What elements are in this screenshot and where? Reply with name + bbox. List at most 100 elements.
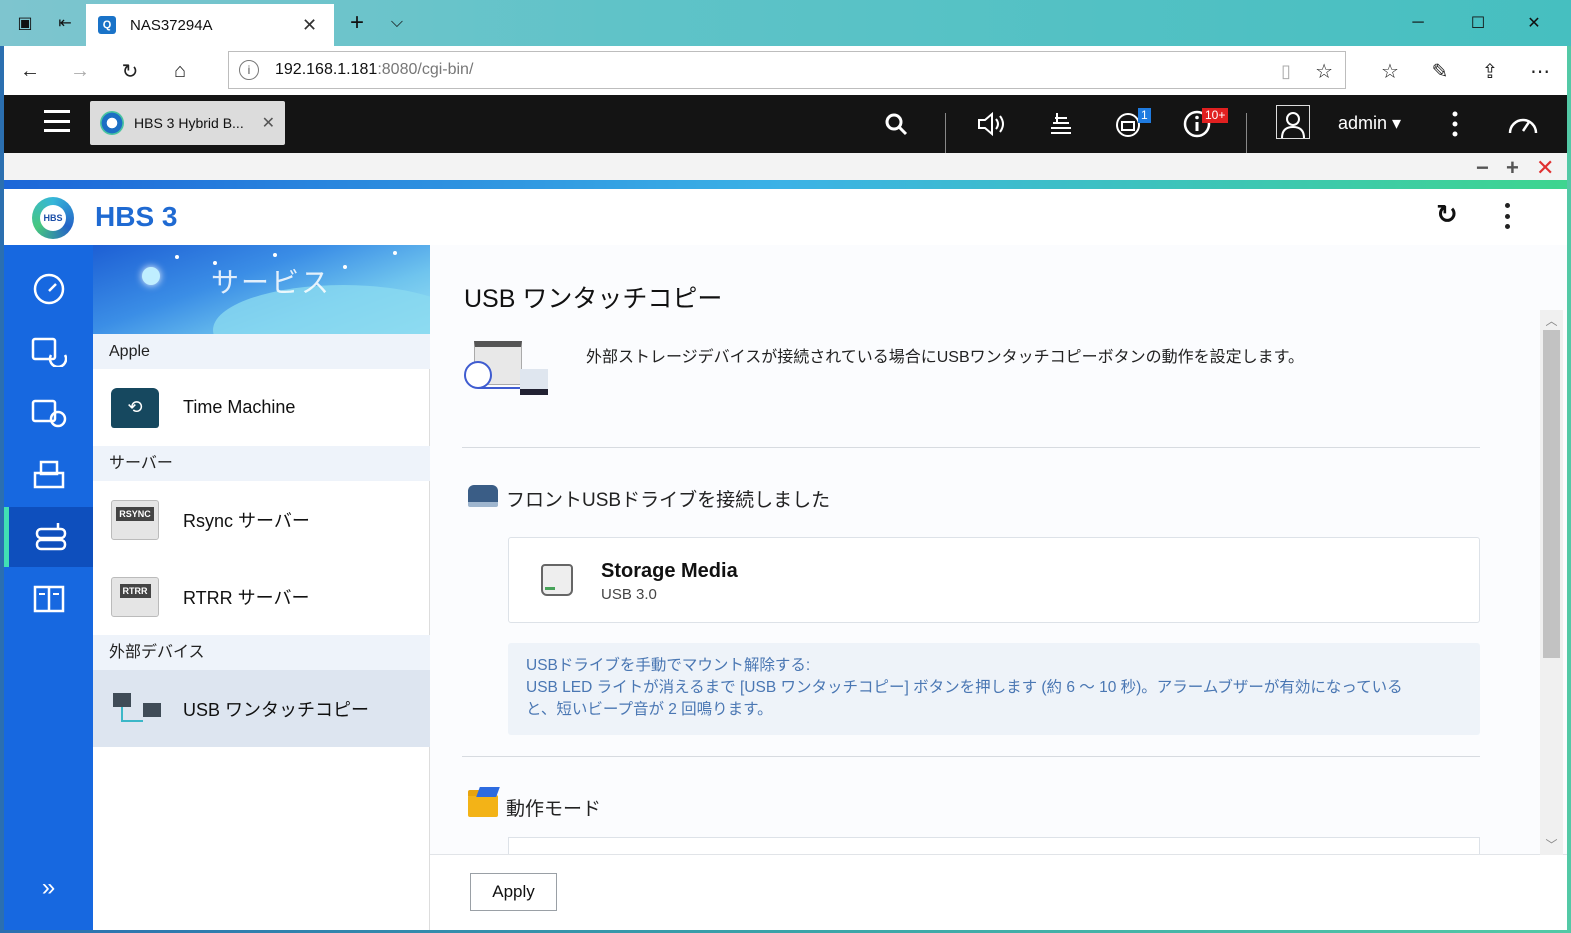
- device-name: Storage Media: [601, 560, 738, 582]
- site-info-icon[interactable]: i: [239, 60, 259, 80]
- usb-copy-icon: [111, 689, 161, 729]
- device-card[interactable]: Storage Media USB 3.0: [508, 537, 1480, 623]
- page-title: USB ワンタッチコピー: [464, 285, 723, 313]
- back-arrow-icon[interactable]: ←: [14, 55, 46, 87]
- front-usb-section-title: フロントUSBドライブを接続しました: [506, 490, 831, 511]
- tab-close-icon[interactable]: ✕: [302, 15, 322, 36]
- apply-button[interactable]: Apply: [470, 873, 557, 911]
- drive-shape: [520, 369, 548, 395]
- window-close-button[interactable]: ✕: [1514, 8, 1554, 38]
- search-icon[interactable]: [879, 107, 913, 141]
- rail-backup[interactable]: [4, 321, 93, 381]
- rsync-icon: RSYNC: [111, 499, 159, 540]
- browser-tab[interactable]: Q NAS37294A ✕: [86, 4, 334, 46]
- topbar-divider: [945, 113, 946, 153]
- address-url[interactable]: 192.168.1.181:8080/cgi-bin/: [275, 61, 473, 79]
- app-title: HBS 3: [95, 201, 178, 232]
- restore-tray-icon: [33, 460, 64, 489]
- forward-arrow-icon[interactable]: →: [64, 55, 96, 87]
- qts-app-tab[interactable]: HBS 3 Hybrid B... ✕: [90, 101, 285, 145]
- notice-line-2: USB LED ライトが消えるまで [USB ワンタッチコピー] ボタンを押しま…: [526, 679, 1403, 696]
- divider: [462, 756, 1480, 757]
- service-item-rsync[interactable]: RSYNC Rsync サーバー: [93, 481, 430, 558]
- banner-dot: [273, 253, 277, 257]
- new-tab-button[interactable]: +: [342, 8, 372, 38]
- scroll-up-icon[interactable]: ︿: [1540, 312, 1563, 329]
- service-item-rtrr[interactable]: RTRR RTRR サーバー: [93, 558, 430, 635]
- content-scrollbar[interactable]: ︿ ﹀: [1540, 310, 1563, 855]
- qts-topbar: HBS 3 Hybrid B... ✕ 1 10+ admin ▾: [4, 95, 1567, 153]
- tab-actions-icon[interactable]: ▣: [10, 8, 40, 38]
- notification-count-badge: 10+: [1202, 108, 1229, 123]
- favorites-list-icon[interactable]: ☆: [1374, 55, 1406, 87]
- operation-mode-section-title: 動作モード: [506, 799, 602, 820]
- address-bar[interactable]: i 192.168.1.181:8080/cgi-bin/ ▯ ☆: [228, 51, 1346, 89]
- usb-circle-shape: [464, 361, 492, 389]
- user-avatar-icon[interactable]: [1276, 105, 1310, 139]
- services-stack-icon: [35, 523, 67, 551]
- user-menu-dropdown[interactable]: admin ▾: [1338, 113, 1401, 134]
- notice-line-1: USBドライブを手動でマウント解除する:: [526, 657, 811, 674]
- service-item-usb-copy[interactable]: USB ワンタッチコピー: [93, 670, 430, 747]
- app-maximize-button[interactable]: +: [1506, 155, 1519, 181]
- rail-logs[interactable]: [4, 569, 93, 629]
- front-usb-drive-icon: [468, 485, 498, 507]
- dashboard-gauge-icon[interactable]: [1506, 107, 1540, 141]
- app-minimize-button[interactable]: −: [1476, 155, 1489, 181]
- rtrr-icon-text: RTRR: [119, 583, 151, 598]
- reading-view-icon[interactable]: ▯: [1281, 61, 1291, 82]
- rail-restore[interactable]: [4, 445, 93, 505]
- main-menu-icon[interactable]: [44, 110, 70, 132]
- device-interface: USB 3.0: [601, 586, 657, 603]
- time-machine-icon: ⟲: [111, 387, 159, 428]
- service-item-label: RTRR サーバー: [183, 587, 310, 608]
- more-ellipsis-icon[interactable]: ⋯: [1524, 55, 1556, 87]
- home-icon[interactable]: ⌂: [164, 55, 196, 87]
- main-content: USB ワンタッチコピー 外部ストレージデバイスが接続されている場合にUSBワン…: [430, 245, 1567, 930]
- pen-notes-icon[interactable]: ✎: [1424, 55, 1456, 87]
- refresh-icon[interactable]: ↻: [114, 55, 146, 87]
- scroll-thumb[interactable]: [1543, 330, 1560, 658]
- rtrr-icon: RTRR: [111, 576, 159, 617]
- rail-sync[interactable]: [4, 383, 93, 443]
- rsync-icon-text: RSYNC: [116, 506, 154, 521]
- more-options-icon[interactable]: [1438, 107, 1472, 141]
- group-external-devices: 外部デバイス: [93, 635, 430, 670]
- device-count-badge: 1: [1138, 108, 1151, 123]
- rail-overview[interactable]: [4, 259, 93, 319]
- service-item-time-machine[interactable]: ⟲ Time Machine: [93, 369, 430, 446]
- share-icon[interactable]: ⇪: [1474, 55, 1506, 87]
- group-apple: Apple: [93, 334, 430, 369]
- app-refresh-icon[interactable]: ↻: [1436, 199, 1458, 230]
- notice-line-3: と、短いビープ音が 2 回鳴ります。: [526, 701, 773, 718]
- external-drive-icon: [541, 564, 573, 596]
- url-host: 192.168.1.181: [275, 61, 378, 78]
- app-more-icon[interactable]: [1504, 203, 1510, 229]
- expand-rail-icon[interactable]: »: [4, 874, 93, 902]
- page-description: 外部ストレージデバイスが接続されている場合にUSBワンタッチコピーボタンの動作を…: [586, 349, 1305, 366]
- window-maximize-button[interactable]: ☐: [1458, 8, 1498, 38]
- hbs-app-window: − + ✕ HBS HBS 3 ↻ » サービス Apple ⟲ Time Ma…: [4, 153, 1567, 930]
- services-banner: サービス: [93, 245, 430, 334]
- background-tasks-icon[interactable]: [1044, 107, 1078, 141]
- group-server: サーバー: [93, 446, 430, 481]
- banner-dot: [175, 255, 179, 259]
- action-footer: Apply: [430, 854, 1567, 930]
- rail-services[interactable]: [4, 507, 93, 567]
- browser-tab-title: NAS37294A: [130, 16, 213, 34]
- tab-list-chevron-icon[interactable]: ⌵: [382, 8, 412, 38]
- set-tabs-aside-icon[interactable]: ⇤: [50, 8, 80, 38]
- service-item-label: Time Machine: [183, 397, 296, 417]
- gauge-icon: [33, 273, 64, 305]
- unmount-notice: USBドライブを手動でマウント解除する: USB LED ライトが消えるまで […: [508, 643, 1480, 735]
- qts-app-tab-close-icon[interactable]: ✕: [262, 113, 275, 133]
- qts-app-tab-label: HBS 3 Hybrid B...: [134, 115, 244, 131]
- app-window-controls: − + ✕: [4, 153, 1567, 181]
- window-minimize-button[interactable]: ─: [1398, 8, 1438, 38]
- favorite-star-icon[interactable]: ☆: [1315, 59, 1333, 84]
- scroll-down-icon[interactable]: ﹀: [1540, 836, 1563, 853]
- operation-mode-folder-icon: [468, 790, 498, 817]
- speaker-icon[interactable]: [976, 107, 1010, 141]
- logs-book-icon: [33, 585, 64, 613]
- app-close-button[interactable]: ✕: [1536, 155, 1554, 181]
